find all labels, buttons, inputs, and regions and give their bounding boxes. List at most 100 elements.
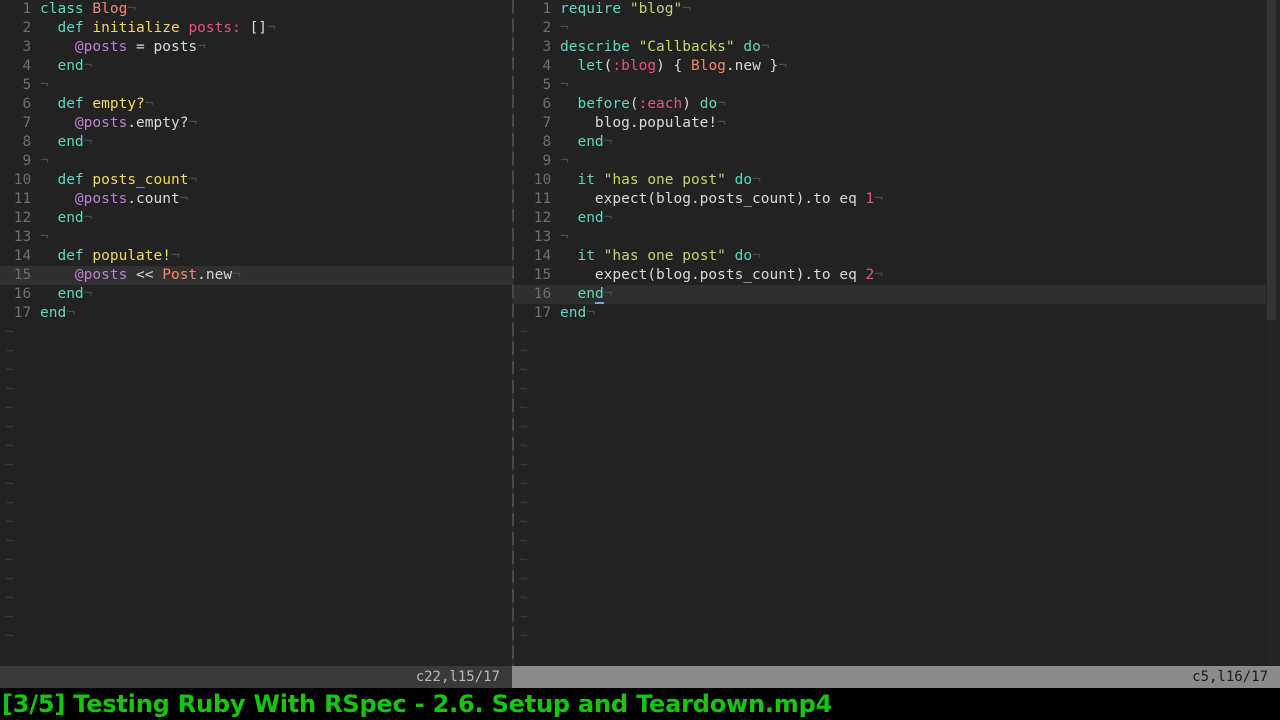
line-number: 10 bbox=[533, 172, 560, 188]
code-line[interactable]: 5 ¬ bbox=[514, 76, 1280, 95]
code-line[interactable]: 10 def posts_count¬ bbox=[0, 171, 512, 190]
tilde-filler-row: ~ bbox=[5, 362, 14, 378]
line-number: 2 bbox=[542, 20, 560, 36]
code-line[interactable]: 13 ¬ bbox=[0, 228, 512, 247]
code-line[interactable]: 8 end¬ bbox=[0, 133, 512, 152]
token: @posts bbox=[74, 39, 128, 55]
code-line[interactable]: 10 it "has one post" do¬ bbox=[514, 171, 1280, 190]
text-cursor: d bbox=[594, 286, 604, 304]
code-line[interactable]: 17 end¬ bbox=[514, 304, 1280, 323]
code-line[interactable]: 12 end¬ bbox=[0, 209, 512, 228]
code-line[interactable]: 2 ¬ bbox=[514, 19, 1280, 38]
code-line[interactable]: 13 ¬ bbox=[514, 228, 1280, 247]
eol-marker-icon: ¬ bbox=[179, 191, 189, 207]
eol-marker-icon: ¬ bbox=[40, 153, 49, 169]
line-number: 12 bbox=[13, 210, 40, 226]
code-text: it "has one post" do¬ bbox=[560, 172, 760, 188]
scrollbar-thumb[interactable] bbox=[1267, 0, 1276, 320]
token: :each bbox=[638, 96, 683, 112]
code-text: def initialize posts: []¬ bbox=[40, 20, 275, 36]
eol-marker-icon: ¬ bbox=[778, 58, 788, 74]
code-line[interactable]: 1 class Blog¬ bbox=[0, 0, 512, 19]
code-text: end¬ bbox=[560, 134, 612, 150]
editor-pane-left[interactable]: 1 class Blog¬ 2 def initialize posts: []¬… bbox=[0, 0, 512, 666]
tilde-filler-row: ~ bbox=[5, 571, 14, 587]
token: end bbox=[57, 210, 84, 226]
code-line[interactable]: 4 let(:blog) { Blog.new }¬ bbox=[514, 57, 1280, 76]
token: [] bbox=[240, 20, 268, 36]
editor-pane-right[interactable]: 1 require "blog"¬ 2 ¬ 3 describe "Callback… bbox=[514, 0, 1280, 666]
code-line[interactable]: 12 end¬ bbox=[514, 209, 1280, 228]
token: posts: bbox=[188, 20, 241, 36]
line-number: 13 bbox=[13, 229, 40, 245]
token: end bbox=[560, 305, 587, 321]
token: def bbox=[57, 172, 84, 188]
token: empty? bbox=[92, 96, 145, 112]
code-line[interactable]: 4 end¬ bbox=[0, 57, 512, 76]
statusbar-left: [blog.rb][utf-8|unix|ruby] c22,l15/17 bbox=[0, 666, 512, 688]
code-text: end¬ bbox=[560, 305, 595, 321]
eol-marker-icon: ¬ bbox=[83, 58, 93, 74]
code-line[interactable]: 15 expect(blog.posts_count).to eq 2¬ bbox=[514, 266, 1280, 285]
eol-marker-icon: ¬ bbox=[603, 286, 613, 302]
code-line[interactable]: 17 end¬ bbox=[0, 304, 512, 323]
code-line[interactable]: 14 def populate!¬ bbox=[0, 247, 512, 266]
eol-marker-icon: ¬ bbox=[170, 248, 180, 264]
token: initialize bbox=[92, 20, 180, 36]
line-number: 3 bbox=[22, 39, 40, 55]
token: it bbox=[577, 172, 595, 188]
token: do bbox=[734, 172, 753, 188]
token: do bbox=[734, 248, 753, 264]
tilde-filler-row: ~ bbox=[5, 438, 14, 454]
code-line[interactable]: 3 describe "Callbacks" do¬ bbox=[514, 38, 1280, 57]
code-line[interactable]: 11 @posts.count¬ bbox=[0, 190, 512, 209]
line-number: 17 bbox=[13, 305, 40, 321]
line-number: 7 bbox=[22, 115, 40, 131]
token: :blog bbox=[612, 58, 657, 74]
statusbar-position-right: c5,l16/17 bbox=[1192, 669, 1268, 685]
tilde-filler-row: ~ bbox=[5, 514, 14, 530]
code-line[interactable]: 14 it "has one post" do¬ bbox=[514, 247, 1280, 266]
vertical-scrollbar[interactable] bbox=[1266, 0, 1280, 666]
filler-rows-left: ~ ~ ~ ~ ~ ~ ~ ~ ~ ~ ~ ~ ~ ~ ~ ~ ~ bbox=[0, 323, 512, 646]
token: .new bbox=[197, 267, 233, 283]
code-line[interactable]: 7 @posts.empty?¬ bbox=[0, 114, 512, 133]
line-number: 12 bbox=[533, 210, 560, 226]
eol-marker-icon: ¬ bbox=[560, 20, 569, 36]
filler-rows-right: ~ ~ ~ ~ ~ ~ ~ ~ ~ ~ ~ ~ ~ ~ ~ ~ ~ bbox=[514, 323, 1280, 646]
editor-window: 1 class Blog¬ 2 def initialize posts: []¬… bbox=[0, 0, 1280, 720]
tilde-filler-row: ~ bbox=[5, 552, 14, 568]
token: Blog bbox=[92, 1, 128, 17]
code-text: ¬ bbox=[560, 77, 569, 93]
code-line[interactable]: 16 end¬ bbox=[0, 285, 512, 304]
code-line[interactable]: 16 end¬ bbox=[514, 285, 1280, 304]
code-line[interactable]: 2 def initialize posts: []¬ bbox=[0, 19, 512, 38]
eol-marker-icon: ¬ bbox=[560, 77, 569, 93]
code-line[interactable]: 9 ¬ bbox=[0, 152, 512, 171]
eol-marker-icon: ¬ bbox=[127, 1, 137, 17]
tilde-filler-row: ~ bbox=[519, 514, 528, 530]
token: do bbox=[743, 39, 761, 55]
code-line[interactable]: 5 ¬ bbox=[0, 76, 512, 95]
code-line[interactable]: 8 end¬ bbox=[514, 133, 1280, 152]
code-line[interactable]: 6 before(:each) do¬ bbox=[514, 95, 1280, 114]
line-number: 8 bbox=[542, 134, 560, 150]
token: let bbox=[577, 58, 604, 74]
tilde-filler-row: ~ bbox=[519, 324, 528, 340]
code-line[interactable]: 9 ¬ bbox=[514, 152, 1280, 171]
line-number: 7 bbox=[542, 115, 560, 131]
code-line[interactable]: 15 @posts << Post.new¬ bbox=[0, 266, 512, 285]
code-line[interactable]: 6 def empty?¬ bbox=[0, 95, 512, 114]
eol-marker-icon: ¬ bbox=[66, 305, 75, 321]
token: def bbox=[57, 248, 84, 264]
line-number: 15 bbox=[13, 267, 40, 283]
eol-marker-icon: ¬ bbox=[83, 134, 93, 150]
code-line[interactable]: 1 require "blog"¬ bbox=[514, 0, 1280, 19]
line-number: 14 bbox=[533, 248, 560, 264]
video-title-bar: [3/5] Testing Ruby With RSpec - 2.6. Set… bbox=[0, 688, 1280, 720]
code-line[interactable]: 11 expect(blog.posts_count).to eq 1¬ bbox=[514, 190, 1280, 209]
line-number: 6 bbox=[542, 96, 560, 112]
code-line[interactable]: 3 @posts = posts¬ bbox=[0, 38, 512, 57]
code-line[interactable]: 7 blog.populate!¬ bbox=[514, 114, 1280, 133]
